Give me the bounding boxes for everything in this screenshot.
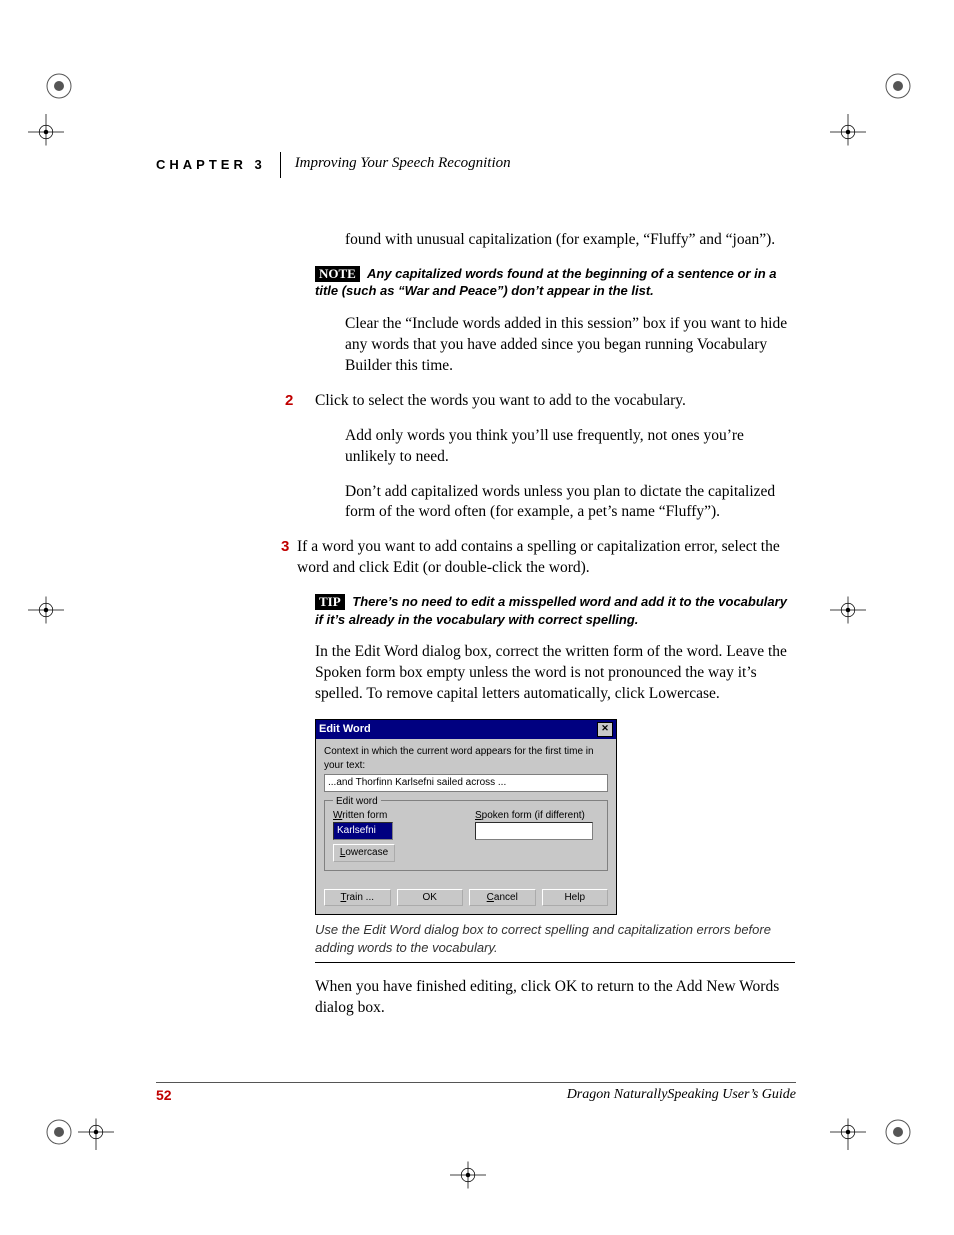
context-value: ...and Thorfinn Karlsefni sailed across … [324,774,608,792]
context-label: Context in which the current word appear… [324,745,608,772]
note-block: NOTE Any capitalized words found at the … [315,265,795,300]
group-label: Edit word [333,795,381,809]
note-badge: NOTE [315,266,360,282]
page-body: found with unusual capitalization (for e… [315,230,795,1033]
crop-mark-tr-ornament [880,68,916,104]
tip-badge: TIP [315,594,345,610]
step-3-line: If a word you want to add contains a spe… [297,537,795,579]
spoken-form-input[interactable] [475,822,593,840]
dialog-title: Edit Word [319,722,371,737]
intro-tail-text: found with unusual capitalization (for e… [345,230,795,251]
step-2-number: 2 [285,391,293,411]
crop-mark-bl-ornament [41,1114,77,1150]
tip-text: There’s no need to edit a misspelled wor… [315,594,787,627]
page-header: CHAPTER 3 Improving Your Speech Recognit… [156,146,796,172]
step-2-p1: Add only words you think you’ll use freq… [345,426,795,468]
crop-mark-bl-cross [78,1114,114,1150]
note-text: Any capitalized words found at the begin… [315,266,777,299]
header-divider [280,152,281,178]
after-note-text: Clear the “Include words added in this s… [345,314,795,377]
step-2-p2: Don’t add capitalized words unless you p… [345,482,795,524]
written-form-input[interactable]: Karlsefni [333,822,393,840]
crop-mark-tl-cross [28,114,64,150]
help-button[interactable]: Help [542,889,609,907]
cancel-button[interactable]: Cancel [469,889,536,907]
crop-mark-bc-cross [450,1157,486,1193]
crop-mark-br-cross [830,1114,866,1150]
closing-text: When you have finished editing, click OK… [315,977,795,1019]
page-number: 52 [156,1087,172,1103]
crop-mark-mr-cross [830,592,866,628]
crop-mark-tl-ornament [41,68,77,104]
written-form-label: Written form [333,809,457,823]
step-3-number: 3 [281,537,289,557]
crop-mark-tr-cross [830,114,866,150]
train-button[interactable]: Train ... [324,889,391,907]
ok-button[interactable]: OK [397,889,464,907]
spoken-form-label: Spoken form (if different) [475,809,599,823]
step-2-line: Click to select the words you want to ad… [315,391,795,412]
page-footer: 52 Dragon NaturallySpeaking User’s Guide [156,1082,796,1103]
guide-name: Dragon NaturallySpeaking User’s Guide [567,1087,796,1103]
tip-block: TIP There’s no need to edit a misspelled… [315,593,795,628]
crop-mark-ml-cross [28,592,64,628]
dialog-titlebar[interactable]: Edit Word ✕ [316,720,616,739]
edit-word-group: Edit word Written form Karlsefni Lowerca… [324,800,608,871]
lowercase-button[interactable]: Lowercase [333,844,395,862]
close-icon[interactable]: ✕ [597,722,613,737]
figure-caption: Use the Edit Word dialog box to correct … [315,921,795,963]
chapter-label: CHAPTER 3 [156,157,266,172]
edit-word-dialog: Edit Word ✕ Context in which the current… [315,719,617,915]
crop-mark-br-ornament [880,1114,916,1150]
dialog-button-row: Train ... OK Cancel Help [316,879,616,915]
chapter-title: Improving Your Speech Recognition [295,155,511,172]
after-tip-text: In the Edit Word dialog box, correct the… [315,642,795,705]
